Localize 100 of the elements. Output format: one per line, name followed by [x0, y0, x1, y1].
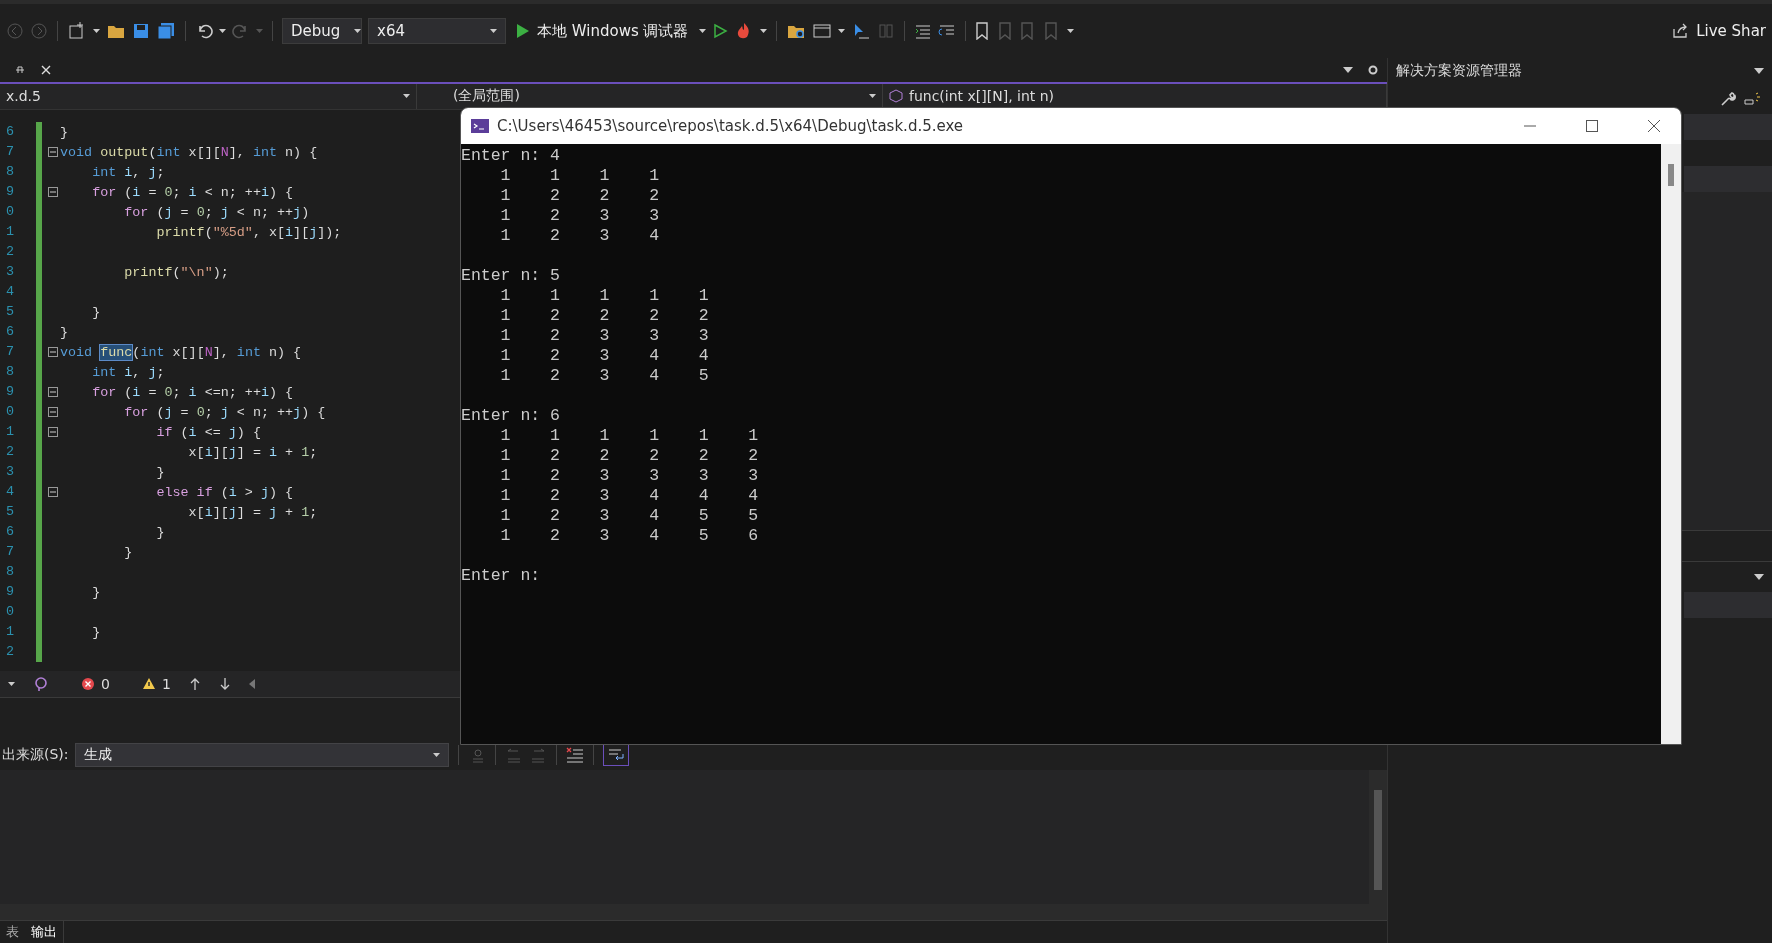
console-text: Enter n:: [461, 566, 541, 586]
collapse-icon[interactable]: [48, 387, 58, 398]
line-number: 9: [4, 183, 14, 202]
panel-tab[interactable]: 表: [0, 921, 25, 943]
live-share-button[interactable]: Live Shar: [1670, 20, 1768, 42]
dropdown-icon[interactable]: [1754, 574, 1764, 580]
console-app-icon: [471, 119, 489, 133]
caret-icon[interactable]: [403, 94, 410, 99]
collapse-icon[interactable]: [48, 407, 58, 418]
clear-all-icon[interactable]: [565, 746, 584, 763]
collapse-icon[interactable]: [48, 187, 58, 198]
console-text: Enter n: 5: [461, 266, 561, 286]
code-line: }: [60, 324, 69, 340]
window-icon[interactable]: [811, 22, 832, 40]
word-wrap-button[interactable]: [602, 743, 629, 766]
source-label: 出来源(S):: [2, 745, 69, 764]
arrow-down-icon[interactable]: [218, 676, 231, 691]
caret-icon[interactable]: [93, 29, 100, 33]
code-line: void output(int x[][N], int n) {: [60, 144, 318, 160]
line-number: 1: [4, 423, 14, 442]
caret-icon[interactable]: [698, 29, 706, 33]
indent-lines-icon[interactable]: [913, 23, 932, 39]
line-number: 1: [4, 223, 14, 242]
save-icon[interactable]: [132, 22, 150, 40]
console-text: 1 2 2 2 2 2: [499, 446, 759, 466]
arrow-up-icon[interactable]: [188, 676, 201, 691]
collapse-icon[interactable]: [48, 147, 58, 158]
code-line: int i, j;: [91, 364, 165, 380]
console-text: 1 1 1 1: [499, 166, 660, 186]
wrench-icon[interactable]: [1720, 91, 1736, 107]
line-number: 1: [4, 623, 14, 642]
scroll-left-icon[interactable]: [248, 678, 255, 689]
line-number: 6: [4, 323, 14, 342]
caret-icon[interactable]: [432, 752, 440, 757]
play-outline-icon[interactable]: [711, 23, 728, 39]
collapse-icon[interactable]: [48, 427, 58, 438]
maximize-icon[interactable]: [1585, 119, 1599, 133]
line-number: 4: [4, 483, 14, 502]
preview-icon[interactable]: [1744, 92, 1762, 106]
code-line: printf("\n");: [123, 264, 229, 280]
collapse-icon[interactable]: [48, 347, 58, 358]
warning-count[interactable]: 1: [141, 675, 171, 692]
line-number: 5: [4, 303, 14, 322]
code-line: printf("%5d", x[i][j]);: [155, 224, 342, 240]
console-text: 1 2 3 4 5 5: [499, 506, 759, 526]
console-text: 1 2 3 3 3 3: [499, 466, 759, 486]
line-number: 6: [4, 123, 14, 142]
line-number: 7: [4, 343, 14, 362]
close-icon[interactable]: [40, 63, 52, 76]
line-number: 8: [4, 163, 14, 182]
code-line: void func(int x[][N], int n) {: [60, 344, 302, 360]
scrollbar[interactable]: [1661, 144, 1681, 744]
code-line: for (j = 0; j < n; ++j) {: [123, 404, 326, 420]
console-text: 1 2 2 2 2: [499, 306, 709, 326]
collapse-icon[interactable]: [48, 487, 58, 498]
play-icon[interactable]: [516, 23, 530, 39]
code-line: for (j = 0; j < n; ++j): [123, 204, 310, 220]
code-line: }: [155, 524, 165, 540]
cube-icon: [889, 89, 903, 104]
comment-lines-icon[interactable]: [937, 23, 956, 39]
error-count[interactable]: 0: [81, 675, 110, 692]
console-text: 1 1 1 1 1 1: [499, 426, 759, 446]
caret-icon[interactable]: [354, 29, 362, 33]
line-number: 2: [4, 243, 14, 262]
caret-icon[interactable]: [1066, 29, 1074, 33]
close-icon[interactable]: [1647, 119, 1661, 133]
panel-title: 解决方案资源管理器: [1396, 62, 1522, 80]
save-all-icon[interactable]: [156, 22, 176, 40]
caret-icon[interactable]: [219, 29, 226, 33]
console-text: 1 2 3 4 4: [499, 346, 709, 366]
bookmark-icon[interactable]: [974, 22, 989, 40]
line-number: 3: [4, 263, 14, 282]
scrollbar[interactable]: [1369, 770, 1387, 905]
settings-icon[interactable]: [1367, 63, 1379, 76]
code-line: x[i][j] = i + 1;: [187, 444, 318, 460]
line-number: 0: [4, 603, 14, 622]
console-text: 1 2 3 4 5: [499, 366, 709, 386]
console-text: Enter n: 4: [461, 146, 561, 166]
horizontal-scrollbar[interactable]: [0, 904, 1387, 920]
line-number: 2: [4, 443, 14, 462]
dropdown-icon[interactable]: [1754, 68, 1764, 74]
console-text: 1 1 1 1 1: [499, 286, 709, 306]
code-line: }: [60, 124, 69, 140]
line-number: 5: [4, 503, 14, 522]
caret-icon[interactable]: [8, 681, 15, 686]
word-wrap-icon: [606, 746, 625, 763]
code-line: if (i <= j) {: [155, 424, 261, 440]
caret-icon[interactable]: [869, 94, 876, 99]
output-source-dropdown[interactable]: 生成: [74, 742, 449, 767]
configuration-dropdown[interactable]: Debug: [282, 18, 362, 44]
warning-icon: [141, 677, 156, 691]
start-debugging-button[interactable]: 本地 Windows 调试器: [512, 19, 693, 43]
code-line: int i, j;: [91, 164, 165, 180]
caret-icon[interactable]: [490, 29, 497, 33]
share-icon[interactable]: [1672, 23, 1689, 39]
caret-icon[interactable]: [759, 29, 767, 33]
caret-icon[interactable]: [837, 29, 845, 33]
platform-dropdown[interactable]: x64: [368, 18, 506, 44]
project-dropdown[interactable]: x.d.5: [0, 83, 417, 110]
dropdown-icon[interactable]: [1343, 66, 1353, 73]
